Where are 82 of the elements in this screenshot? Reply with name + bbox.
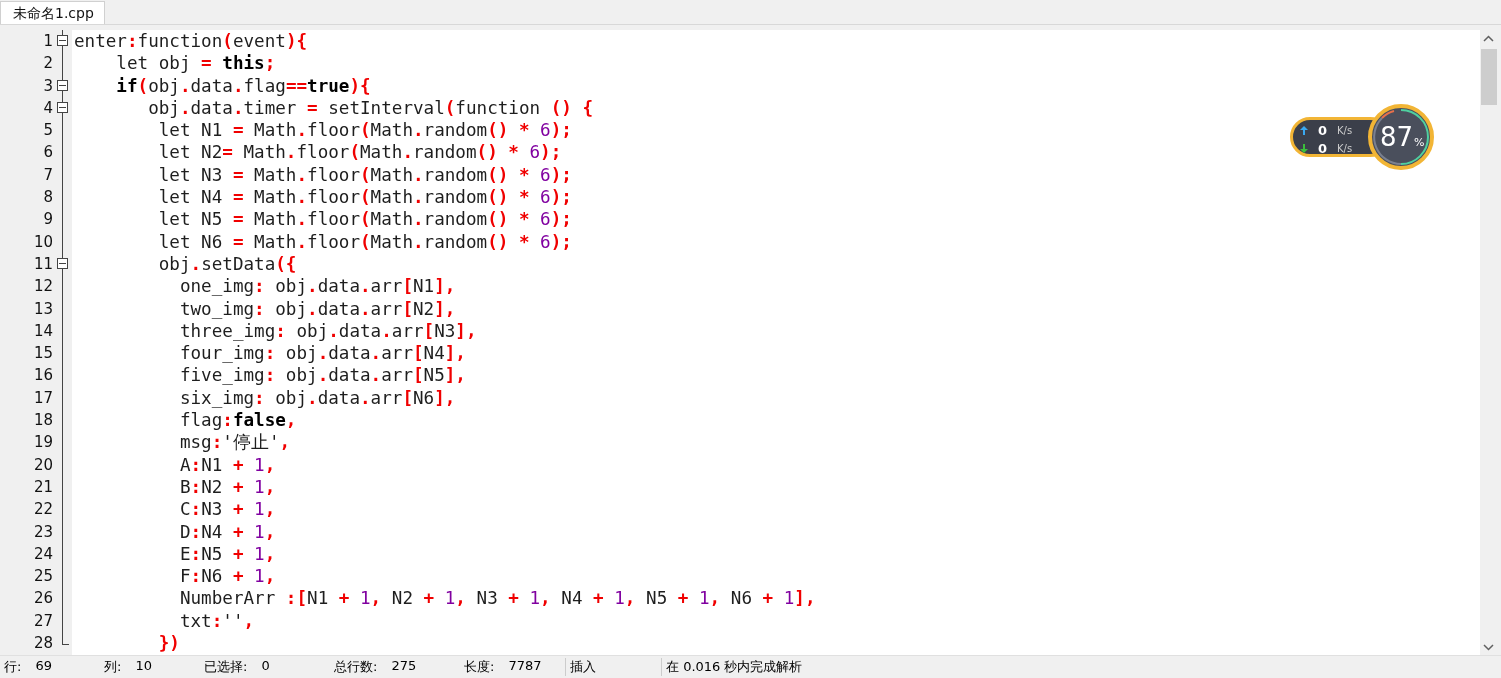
code-line: B:N2 + 1,	[178, 475, 276, 499]
code-line: five_img: obj.data.arr[N5],	[178, 364, 466, 387]
status-label: 长度:	[464, 658, 495, 676]
code-line: E:N5 + 1,	[178, 542, 276, 566]
line-number: 3	[42, 75, 53, 97]
speed-unit: K/s	[1337, 125, 1353, 136]
code-line: A:N1 + 1,	[178, 453, 276, 476]
code-line: let N2= Math.floor(Math.random() * 6);	[157, 141, 562, 164]
status-value: 69	[35, 658, 52, 675]
download-arrow-icon	[1300, 144, 1308, 153]
status-value: 275	[391, 658, 417, 675]
status-label: 总行数:	[334, 658, 378, 676]
code-line: four_img: obj.data.arr[N4],	[178, 342, 466, 365]
line-number: 7	[42, 164, 53, 186]
code-line: F:N6 + 1,	[178, 565, 276, 588]
code-line: six_img: obj.data.arr[N6],	[178, 386, 456, 410]
line-number: 16	[32, 365, 53, 387]
code-line: enter:function(event){	[74, 30, 308, 53]
code-line: let N5 = Math.floor(Math.random() * 6);	[157, 208, 572, 231]
line-number: 2	[42, 53, 53, 75]
code-line: let N3 = Math.floor(Math.random() * 6);	[157, 163, 572, 187]
code-line: D:N4 + 1,	[178, 520, 276, 543]
code-line: C:N3 + 1,	[178, 498, 276, 521]
line-number: 9	[42, 209, 53, 231]
line-number: 5	[42, 120, 53, 142]
code-line: two_img: obj.data.arr[N2],	[178, 297, 456, 320]
fold-toggle[interactable]	[57, 101, 68, 113]
line-number: 23	[32, 521, 53, 543]
code-line: obj.setData({	[157, 252, 297, 276]
line-number: 25	[32, 566, 53, 588]
line-number: 4	[42, 97, 53, 119]
fold-toggle[interactable]	[57, 79, 68, 91]
speed-unit: K/s	[1337, 143, 1353, 154]
line-number: 6	[42, 142, 53, 164]
code-line: flag:false,	[178, 409, 297, 432]
code-line: if(obj.data.flag==true){	[115, 74, 371, 97]
code-line: NumberArr :[N1 + 1, N2 + 1, N3 + 1, N4 + 1, N5 + 1, N6 + 1],	[178, 587, 816, 610]
status-label: 列:	[104, 658, 122, 676]
usage-percent: 87	[1380, 122, 1414, 152]
line-number: 19	[32, 432, 53, 454]
line-number: 18	[32, 410, 53, 432]
code-line: three_img: obj.data.arr[N3],	[178, 319, 477, 343]
code-line: obj.data.timer = setInterval(function () {	[147, 96, 594, 120]
line-number: 17	[32, 387, 53, 409]
download-speed: 0	[1318, 141, 1328, 156]
line-number: 10	[32, 231, 53, 253]
line-number: 26	[32, 588, 53, 610]
line-number: 28	[32, 633, 53, 654]
status-label: 已选择:	[204, 658, 248, 676]
upload-speed: 0	[1318, 123, 1328, 138]
line-number: 15	[32, 343, 53, 365]
line-number: 20	[32, 454, 53, 476]
code-line: msg:'停止',	[178, 431, 291, 454]
line-number: 22	[32, 499, 53, 521]
line-number: 12	[32, 276, 53, 298]
code-line: txt:'',	[178, 609, 255, 632]
code-line: let N4 = Math.floor(Math.random() * 6);	[157, 186, 572, 209]
upload-arrow-icon	[1300, 126, 1308, 135]
line-number: 14	[32, 320, 53, 342]
fold-toggle[interactable]	[57, 35, 68, 46]
line-number: 24	[32, 543, 53, 565]
status-value: 10	[135, 658, 152, 675]
line-number: 11	[32, 253, 53, 275]
status-label: 行:	[4, 658, 22, 676]
line-number: 21	[32, 476, 53, 498]
code-line: let obj = this;	[115, 52, 276, 75]
code-line: let N1 = Math.floor(Math.random() * 6);	[157, 119, 572, 142]
line-number: 8	[42, 187, 53, 209]
status-value: 7787	[508, 658, 542, 675]
status-label: 插入	[570, 658, 596, 676]
status-label: 在 0.016 秒内完成解析	[666, 658, 803, 676]
status-value: 0	[261, 658, 270, 675]
percent-sign: %	[1414, 136, 1425, 149]
scrollbar-thumb[interactable]	[1480, 49, 1497, 105]
line-number: 1	[42, 31, 53, 52]
line-number: 13	[32, 298, 53, 320]
code-line: let N6 = Math.floor(Math.random() * 6);	[157, 230, 572, 253]
code-line: })	[157, 632, 180, 655]
file-tab[interactable]: 未命名1.cpp	[0, 1, 105, 24]
code-line: one_img: obj.data.arr[N1],	[178, 275, 456, 298]
fold-toggle[interactable]	[57, 257, 68, 269]
line-number: 27	[32, 610, 53, 632]
